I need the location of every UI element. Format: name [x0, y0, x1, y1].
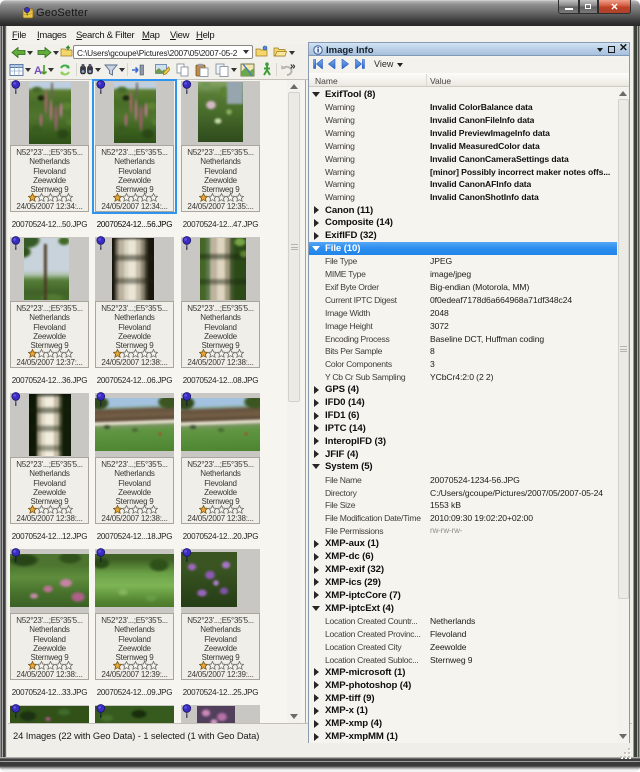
svg-text:A: A — [34, 65, 42, 77]
